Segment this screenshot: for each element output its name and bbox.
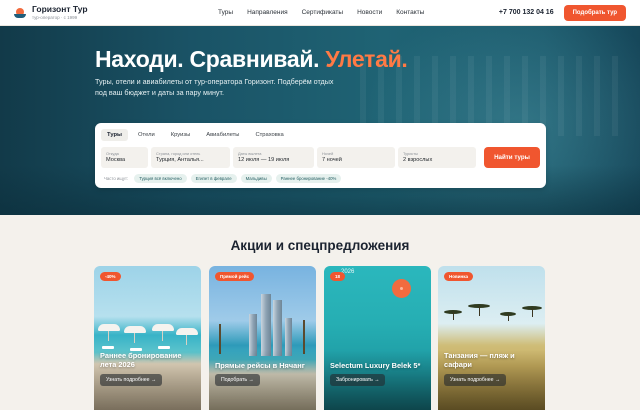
destination-field[interactable]: Страна, город или отель Турция, Анталья..…	[151, 147, 230, 168]
tab-tours[interactable]: Туры	[101, 129, 128, 141]
resort-image	[324, 266, 431, 410]
nav-item-tours[interactable]: Туры	[218, 9, 233, 16]
beach-image	[94, 266, 201, 410]
tab-hotels[interactable]: Отели	[132, 129, 161, 141]
hero-title-accent: Улетай.	[325, 46, 408, 72]
promo-card-title: Раннее бронирование лета 2026	[100, 351, 182, 369]
promo-card-selectum[interactable]: 2026 18 Selectum Luxury Belek 5* Заброни…	[324, 266, 431, 410]
popular-searches: Часто ищут: Турция всё включено Египет в…	[104, 174, 342, 183]
direct-flight-badge: Прямой рейс	[215, 272, 255, 281]
find-tours-button[interactable]: Найти туры	[484, 147, 540, 168]
safari-image	[438, 266, 545, 410]
logo[interactable]: Горизонт Тур тур-оператор · с 1999	[14, 5, 184, 20]
dates-field[interactable]: Даты вылета 12 июля — 19 июля	[233, 147, 314, 168]
badge-18: 18	[330, 272, 346, 281]
phone-link[interactable]: +7 700 132 04 16	[499, 9, 554, 16]
tourists-field[interactable]: Туристы 2 взрослых	[398, 147, 476, 168]
promo-card-title: Прямые рейсы в Нячанг	[215, 361, 305, 370]
hero-subtitle: Туры, отели и авиабилеты от тур-оператор…	[95, 77, 334, 97]
record-icon	[392, 279, 411, 298]
discount-badge: -40%	[100, 272, 121, 281]
search-panel: Туры Отели Круизы Авиабилеты Страховка О…	[95, 123, 546, 188]
promo-card-title: Selectum Luxury Belek 5*	[330, 361, 421, 370]
tab-insurance[interactable]: Страховка	[249, 129, 289, 141]
nav-item-contacts[interactable]: Контакты	[396, 9, 424, 16]
promos-title: Акции и спецпредложения	[230, 238, 410, 253]
chip-egypt[interactable]: Египет в феврале	[190, 174, 237, 183]
chip-turkey[interactable]: Турция всё включено	[134, 174, 187, 183]
tab-flights[interactable]: Авиабилеты	[200, 129, 245, 141]
site-header: Горизонт Тур тур-оператор · с 1999 Туры …	[0, 0, 640, 26]
hero-title: Находи. Сравнивай. Улетай.	[95, 46, 408, 72]
nights-field[interactable]: Ночей 7 ночей	[317, 147, 395, 168]
pick-tour-button[interactable]: Подобрать тур	[563, 4, 626, 21]
promo-card-tanzania[interactable]: Новинка Танзания — пляж и сафари Узнать …	[438, 266, 545, 410]
search-tabs: Туры Отели Круизы Авиабилеты Страховка	[101, 129, 290, 141]
popular-searches-label: Часто ищут:	[104, 176, 129, 181]
nav-item-destinations[interactable]: Направления	[247, 9, 288, 16]
main-nav: Туры Направления Сертификаты Новости Кон…	[218, 9, 424, 16]
promo-card-early-booking[interactable]: -40% Раннее бронирование лета 2026 Узнат…	[94, 266, 201, 410]
book-button[interactable]: Забронировать →	[330, 374, 386, 386]
promo-card-nha-trang[interactable]: Прямой рейс Прямые рейсы в Нячанг Подобр…	[209, 266, 316, 410]
nav-item-certificates[interactable]: Сертификаты	[302, 9, 343, 16]
promo-card-title: Танзания — пляж и сафари	[444, 351, 515, 369]
tab-cruises[interactable]: Круизы	[165, 129, 197, 141]
new-badge: Новинка	[444, 272, 474, 281]
chip-maldives[interactable]: Мальдивы	[240, 174, 272, 183]
chip-early-booking[interactable]: Раннее бронирование -40%	[275, 174, 342, 183]
pick-button[interactable]: Подобрать →	[215, 374, 260, 386]
learn-more-button[interactable]: Узнать подробнее →	[100, 374, 163, 386]
from-field[interactable]: Откуда Москва	[101, 147, 148, 168]
learn-more-button[interactable]: Узнать подробнее →	[444, 374, 507, 386]
brand-tagline: тур-оператор · с 1999	[32, 14, 78, 20]
logo-icon	[14, 7, 26, 19]
city-beach-image	[209, 266, 316, 410]
brand-name: Горизонт Тур	[32, 4, 88, 14]
nav-item-news[interactable]: Новости	[357, 9, 382, 16]
